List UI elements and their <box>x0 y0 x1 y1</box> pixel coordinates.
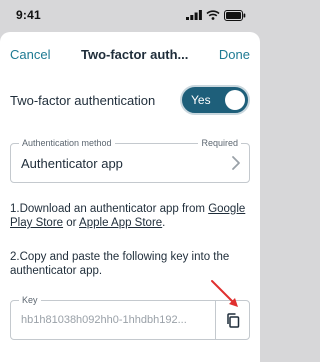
status-bar: 9:41 <box>0 0 260 30</box>
copy-key-button[interactable] <box>215 301 249 339</box>
two-factor-label: Two-factor authentication <box>10 92 156 108</box>
method-value: Authenticator app <box>21 156 123 171</box>
key-field: Key hb1h81038h092hh0-1hhdbh192... <box>10 294 250 340</box>
nav-title: Two-factor auth... <box>81 46 189 62</box>
step2-instructions: 2.Copy and paste the following key into … <box>10 251 230 277</box>
apple-app-store-link[interactable]: Apple App Store <box>79 217 162 229</box>
two-factor-row: Two-factor authentication Yes <box>10 85 250 115</box>
chevron-right-icon <box>232 156 240 170</box>
toggle-label: Yes <box>191 93 211 107</box>
step1-text-before: 1.Download an authenticator app from <box>10 203 209 215</box>
copy-icon <box>226 312 239 328</box>
toggle-knob <box>225 90 245 110</box>
step1-text-middle: or <box>63 217 80 229</box>
step1-text-after: . <box>162 217 166 229</box>
wifi-icon <box>206 10 220 20</box>
step1-instructions: 1.Download an authenticator app from Goo… <box>10 202 250 230</box>
status-icons <box>186 9 246 21</box>
cancel-button[interactable]: Cancel <box>10 47 50 62</box>
signal-icon <box>186 10 202 20</box>
status-time: 9:41 <box>16 8 41 22</box>
modal-sheet: Cancel Two-factor auth... Done Two-facto… <box>0 32 260 362</box>
nav-bar: Cancel Two-factor auth... Done <box>0 32 260 76</box>
authentication-method-select[interactable]: Authentication method Required Authentic… <box>10 137 250 183</box>
method-legend: Authentication method <box>19 137 115 149</box>
key-value[interactable]: hb1h81038h092hh0-1hhdbh192... <box>21 314 211 326</box>
required-label: Required <box>198 137 241 149</box>
key-legend: Key <box>19 294 41 306</box>
done-button[interactable]: Done <box>219 47 250 62</box>
two-factor-toggle[interactable]: Yes <box>180 85 250 115</box>
battery-icon <box>224 9 246 21</box>
